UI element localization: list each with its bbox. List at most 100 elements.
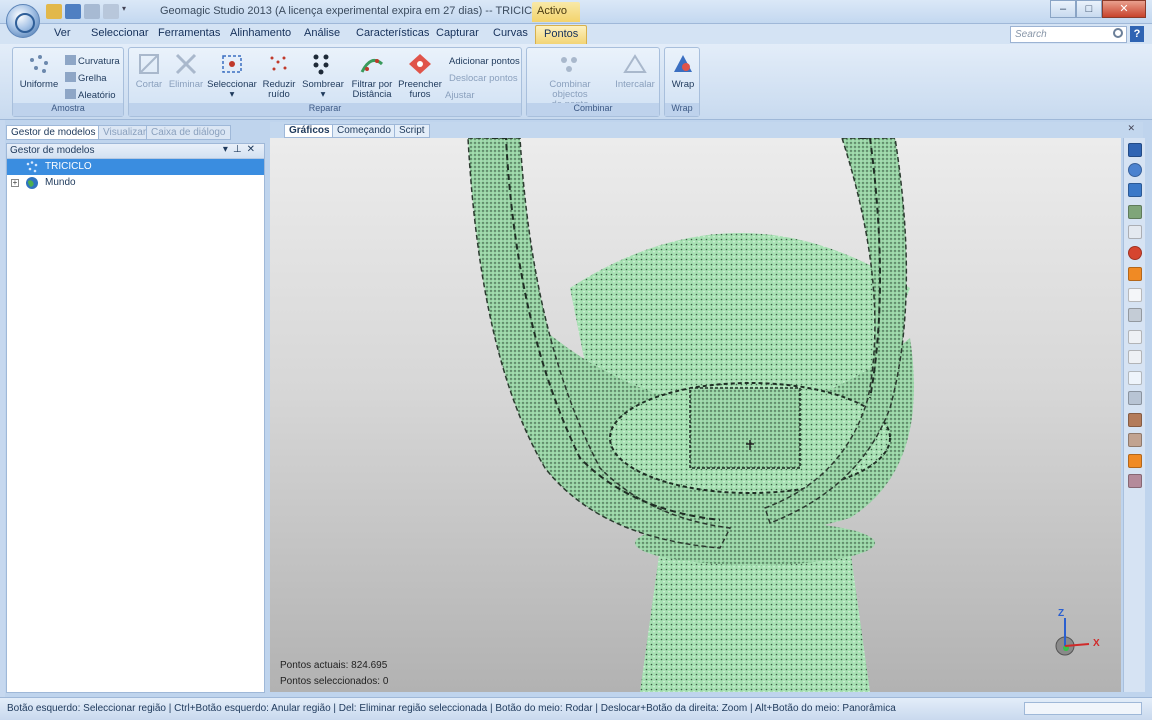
grelha-icon xyxy=(65,72,76,82)
expand-icon[interactable]: + xyxy=(11,179,19,187)
tab-visualizar[interactable]: Visualizar xyxy=(98,125,152,140)
aleatorio-button[interactable]: Aleatório xyxy=(65,89,116,101)
tree-item-mundo[interactable]: + Mundo xyxy=(7,175,264,191)
status-bar: Botão esquerdo: Seleccionar região | Ctr… xyxy=(0,697,1152,720)
brush-icon[interactable] xyxy=(1128,330,1142,344)
panel-header: Gestor de modelos ▾⊥✕ xyxy=(7,144,264,159)
window-title: Geomagic Studio 2013 (A licença experime… xyxy=(160,5,567,17)
tab-seleccionar[interactable]: Seleccionar xyxy=(91,27,148,39)
group-label-amostra: Amostra xyxy=(13,103,123,116)
minimize-button[interactable]: – xyxy=(1050,0,1076,18)
select-none-icon[interactable] xyxy=(1128,474,1142,488)
filtrar-distancia-button[interactable]: Filtrar por Distância xyxy=(349,52,395,100)
tab-caracteristicas[interactable]: Características xyxy=(356,27,429,39)
tab-ferramentas[interactable]: Ferramentas xyxy=(158,27,220,39)
curvatura-button[interactable]: Curvatura xyxy=(65,55,120,67)
ribbon-tab-bar: Ver Seleccionar Ferramentas Alinhamento … xyxy=(0,24,1152,44)
zoom-icon[interactable] xyxy=(1128,225,1142,239)
tab-graficos[interactable]: Gráficos xyxy=(284,124,335,138)
group-label-reparar: Reparar xyxy=(129,103,521,116)
object-view-icon[interactable] xyxy=(1128,205,1142,219)
seleccionar-button[interactable]: Seleccionar ▾ xyxy=(207,52,257,100)
view-toolbox xyxy=(1123,138,1145,692)
status-text: Botão esquerdo: Seleccionar região | Ctr… xyxy=(7,703,896,714)
pin-icon[interactable]: ⊥ xyxy=(233,144,247,155)
qat-dropdown-icon[interactable]: ▾ xyxy=(122,4,130,19)
model-manager-panel: Gestor de modelos ▾⊥✕ TRICICLO + Mundo xyxy=(6,143,265,693)
lasso-icon[interactable] xyxy=(1128,288,1142,302)
tab-script[interactable]: Script xyxy=(394,124,430,138)
filtrar-distancia-icon xyxy=(360,58,384,73)
tree-item-triciclo[interactable]: TRICICLO xyxy=(7,159,264,175)
tab-ver[interactable]: Ver xyxy=(54,27,71,39)
cortar-button[interactable]: Cortar xyxy=(133,52,165,90)
view-cube-icon[interactable] xyxy=(1128,143,1142,157)
eliminar-icon xyxy=(175,53,197,75)
ajustar-button[interactable]: Ajustar xyxy=(445,90,475,101)
uniforme-icon xyxy=(30,55,48,73)
preencher-furos-button[interactable]: Preencher furos xyxy=(397,52,443,100)
uniforme-button[interactable]: Uniforme xyxy=(17,52,61,90)
tab-gestor-de-modelos[interactable]: Gestor de modelos xyxy=(6,125,101,140)
viewport-tabs: Gráficos Começando Script ✕ xyxy=(270,122,1143,138)
tab-capturar[interactable]: Capturar xyxy=(436,27,479,39)
freeform-select-icon[interactable] xyxy=(1128,350,1142,364)
viewport-close-icon[interactable]: ✕ xyxy=(1127,123,1135,134)
search-input[interactable]: Search xyxy=(1010,26,1127,43)
eliminar-button[interactable]: Eliminar xyxy=(167,52,205,90)
pontos-actuais-label: Pontos actuais: 824.695 xyxy=(280,660,388,671)
tab-alinhamento[interactable]: Alinhamento xyxy=(230,27,291,39)
combinar-objectos-button[interactable]: Combinar objectosde ponto xyxy=(531,52,609,110)
shading-icon[interactable] xyxy=(1128,267,1142,281)
preencher-furos-icon xyxy=(409,54,431,74)
redo-icon[interactable] xyxy=(103,4,119,19)
wrap-icon xyxy=(674,55,692,72)
search-icon[interactable] xyxy=(1113,28,1123,38)
fit-view-icon[interactable] xyxy=(1128,183,1142,197)
panel-close-icon[interactable]: ✕ xyxy=(247,144,260,155)
aleatorio-icon xyxy=(65,89,76,99)
status-progress-bar xyxy=(1024,702,1142,715)
axis-z-label: Z xyxy=(1058,608,1065,619)
context-tab-activo: Activo xyxy=(532,2,580,22)
color-icon[interactable] xyxy=(1128,246,1142,260)
panel-dropdown-icon[interactable]: ▾ xyxy=(223,144,233,155)
tab-curvas[interactable]: Curvas xyxy=(493,27,528,39)
tab-caixa-de-dialogo[interactable]: Caixa de diálogo xyxy=(146,125,231,140)
axis-x-label: X xyxy=(1093,638,1100,649)
rotate-view-icon[interactable] xyxy=(1128,163,1142,177)
help-button[interactable]: ? xyxy=(1130,26,1144,42)
pen-icon[interactable] xyxy=(1128,308,1142,322)
ribbon: Uniforme Curvatura Grelha Aleatório Amos… xyxy=(0,44,1152,120)
deslocar-pontos-button[interactable]: Deslocar pontos xyxy=(449,73,518,84)
polyline-select-icon[interactable] xyxy=(1128,391,1142,405)
group-label-combinar: Combinar xyxy=(527,103,659,116)
curvatura-icon xyxy=(65,55,76,65)
title-bar: ▾ Geomagic Studio 2013 (A licença experi… xyxy=(0,0,1152,24)
group-wrap: Wrap Wrap xyxy=(664,47,700,117)
group-combinar: Combinar objectosde ponto Intercalar Com… xyxy=(526,47,660,117)
open-icon[interactable] xyxy=(46,4,62,19)
point-cloud-model xyxy=(467,138,1090,692)
group-label-wrap: Wrap xyxy=(665,103,699,116)
intercalar-button[interactable]: Intercalar xyxy=(613,52,657,90)
save-icon[interactable] xyxy=(65,4,81,19)
reduzir-ruido-button[interactable]: Reduzir ruído xyxy=(259,52,299,100)
application-menu-button[interactable] xyxy=(6,4,40,38)
quick-access-toolbar: ▾ xyxy=(46,4,130,19)
tab-comecando[interactable]: Começando xyxy=(332,124,396,138)
undo-icon[interactable] xyxy=(84,4,100,19)
close-button[interactable]: ✕ xyxy=(1102,0,1146,18)
maximize-button[interactable]: □ xyxy=(1076,0,1102,18)
wrap-button[interactable]: Wrap xyxy=(667,52,699,90)
rectangle-select-icon[interactable] xyxy=(1128,371,1142,385)
select-all-icon[interactable] xyxy=(1128,454,1142,468)
adicionar-pontos-button[interactable]: Adicionar pontos xyxy=(449,56,520,67)
graphics-viewport[interactable]: Z X Pontos actuais: 824.695 Pontos selec… xyxy=(270,138,1121,692)
grelha-button[interactable]: Grelha xyxy=(65,72,107,84)
sombrear-button[interactable]: Sombrear ▾ xyxy=(301,52,345,100)
select-visible-icon[interactable] xyxy=(1128,433,1142,447)
tab-pontos[interactable]: Pontos xyxy=(535,25,588,44)
select-through-icon[interactable] xyxy=(1128,413,1142,427)
tab-analise[interactable]: Análise xyxy=(304,27,340,39)
